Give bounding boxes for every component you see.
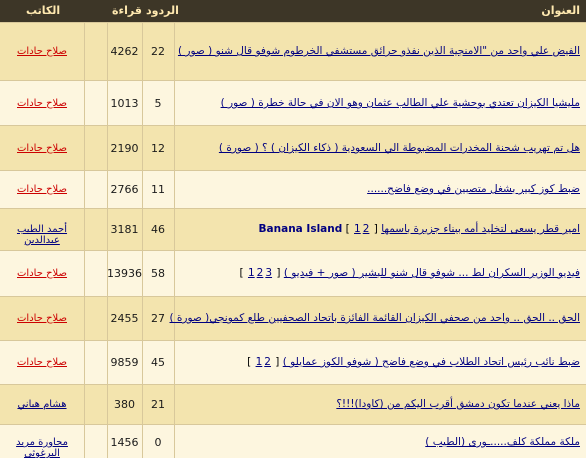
topic-title-cell: هل تم تهريب شحنة المخدرات المضبوطة الي ا…: [219, 142, 580, 154]
header-title: العنوان: [541, 4, 580, 17]
author-link[interactable]: صلاح جادات: [0, 357, 84, 368]
view-count: 1013: [110, 97, 139, 110]
reply-count: 21: [151, 398, 165, 411]
column-divider: [84, 171, 85, 208]
view-count: 13936: [107, 267, 142, 280]
column-divider: [84, 425, 85, 458]
page-link[interactable]: 2: [363, 223, 370, 235]
view-count: 2766: [110, 183, 139, 196]
author-link[interactable]: صلاح جادات: [0, 313, 84, 324]
column-divider: [84, 23, 85, 80]
topic-title-link[interactable]: ضبط كوز كبير بشغل متصبين في وضع فاضح....…: [367, 183, 580, 195]
reply-count: 46: [151, 223, 165, 236]
topic-row: امير قطر يسعى لتخليد أمه ببناء جزيرة باس…: [0, 208, 586, 250]
column-divider: [84, 297, 85, 340]
reply-count: 11: [151, 183, 165, 196]
view-count: 380: [114, 398, 135, 411]
column-divider: [84, 251, 85, 296]
column-divider: [174, 23, 175, 80]
reply-count: 27: [151, 312, 165, 325]
topic-title-link[interactable]: الحق .. الحق .. واحد من صحفي الكيزان الق…: [170, 312, 581, 324]
topic-title-link[interactable]: مليشيا الكيزان تعتدي بوحشية علي الطالب ع…: [221, 97, 580, 109]
view-count: 9859: [110, 356, 139, 369]
topic-title-cell: مليشيا الكيزان تعتدي بوحشية علي الطالب ع…: [221, 97, 580, 109]
column-divider: [84, 81, 85, 125]
author-link[interactable]: صلاح جادات: [0, 268, 84, 279]
column-divider: [174, 385, 175, 424]
author-link[interactable]: صلاح جادات: [0, 184, 84, 195]
topic-title-cell: ماذا يعني عندما تكون دمشق أقرب اليكم من …: [336, 398, 580, 410]
topic-title-link[interactable]: ملكة مملكة كلف.....ـورى (الطيب ): [425, 436, 580, 448]
topic-title-suffix[interactable]: Banana Island: [259, 223, 343, 235]
reply-count: 0: [154, 436, 162, 449]
author-link[interactable]: صلاح جادات: [0, 143, 84, 154]
column-divider: [174, 251, 175, 296]
column-divider: [84, 341, 85, 384]
reply-count: 45: [151, 356, 165, 369]
topic-pages: [ 123 ]: [239, 267, 284, 279]
topic-row: الفيض علي واحد من "الامنجية الذين نفذو ح…: [0, 22, 586, 80]
header-replies: الردود: [146, 4, 179, 17]
column-divider: [174, 341, 175, 384]
topic-row: هل تم تهريب شحنة المخدرات المضبوطة الي ا…: [0, 125, 586, 170]
page-link[interactable]: 1: [354, 223, 361, 235]
author-link[interactable]: أحمد الطيب عبدالدين: [0, 224, 84, 246]
topic-pages: [ 12 ]: [342, 223, 382, 235]
header-author: الكاتب: [26, 4, 61, 17]
reply-count: 58: [151, 267, 165, 280]
topic-row: مليشيا الكيزان تعتدي بوحشية علي الطالب ع…: [0, 80, 586, 125]
header-views: قراءة: [112, 4, 142, 17]
column-divider: [174, 126, 175, 170]
topic-row: ملكة مملكة كلف.....ـورى (الطيب ) 0 1456 مجا…: [0, 424, 586, 458]
view-count: 4262: [110, 45, 139, 58]
author-link[interactable]: مجاورة مريد البرغوثي: [0, 437, 84, 458]
topic-title-cell: ضبط نائب رئيس اتحاد الطلاب في وضع فاضح (…: [247, 356, 580, 368]
author-link[interactable]: صلاح جادات: [0, 46, 84, 57]
topic-row: الحق .. الحق .. واحد من صحفي الكيزان الق…: [0, 296, 586, 340]
author-link[interactable]: صلاح جادات: [0, 98, 84, 109]
topic-title-link[interactable]: فيديو الوزير السكران لط ... شوفو قال شنو…: [284, 267, 580, 279]
view-count: 2455: [110, 312, 139, 325]
topic-title-link[interactable]: الفيض علي واحد من "الامنجية الذين نفذو ح…: [178, 45, 580, 57]
reply-count: 12: [151, 142, 165, 155]
topic-title-cell: فيديو الوزير السكران لط ... شوفو قال شنو…: [240, 267, 580, 279]
topic-title-cell: ضبط كوز كبير بشغل متصبين في وضع فاضح....…: [367, 183, 580, 195]
view-count: 3181: [110, 223, 139, 236]
table-header: العنوان الردود قراءة الكاتب: [0, 0, 586, 22]
topic-row: ماذا يعني عندما تكون دمشق أقرب اليكم من …: [0, 384, 586, 424]
page-link[interactable]: 2: [257, 267, 264, 279]
topic-title-cell: الحق .. الحق .. واحد من صحفي الكيزان الق…: [170, 312, 581, 324]
topic-title-link[interactable]: ماذا يعني عندما تكون دمشق أقرب اليكم من …: [336, 398, 580, 410]
author-link[interactable]: هشام هباني: [0, 399, 84, 410]
page-link[interactable]: 2: [264, 356, 271, 368]
column-divider: [84, 126, 85, 170]
topic-row: ضبط كوز كبير بشغل متصبين في وضع فاضح....…: [0, 170, 586, 208]
column-divider: [174, 81, 175, 125]
topic-title-link[interactable]: ضبط نائب رئيس اتحاد الطلاب في وضع فاضح (…: [283, 356, 580, 368]
reply-count: 5: [154, 97, 162, 110]
topic-row: ضبط نائب رئيس اتحاد الطلاب في وضع فاضح (…: [0, 340, 586, 384]
reply-count: 22: [151, 45, 165, 58]
view-count: 2190: [110, 142, 139, 155]
page-link[interactable]: 3: [265, 267, 272, 279]
page-link[interactable]: 1: [248, 267, 255, 279]
topic-pages: [ 12 ]: [247, 356, 283, 368]
topic-title-cell: امير قطر يسعى لتخليد أمه ببناء جزيرة باس…: [259, 223, 580, 235]
column-divider: [84, 385, 85, 424]
topic-title-cell: الفيض علي واحد من "الامنجية الذين نفذو ح…: [178, 45, 580, 57]
topic-title-cell: ملكة مملكة كلف.....ـورى (الطيب ): [425, 436, 580, 448]
column-divider: [84, 209, 85, 250]
topic-title-link[interactable]: هل تم تهريب شحنة المخدرات المضبوطة الي ا…: [219, 142, 580, 154]
view-count: 1456: [110, 436, 139, 449]
column-divider: [174, 171, 175, 208]
page-link[interactable]: 1: [256, 356, 263, 368]
topic-row: فيديو الوزير السكران لط ... شوفو قال شنو…: [0, 250, 586, 296]
forum-topic-table: العنوان الردود قراءة الكاتب الفيض علي وا…: [0, 0, 586, 458]
column-divider: [174, 209, 175, 250]
column-divider: [174, 425, 175, 458]
topic-title-link[interactable]: امير قطر يسعى لتخليد أمه ببناء جزيرة باس…: [381, 223, 580, 235]
